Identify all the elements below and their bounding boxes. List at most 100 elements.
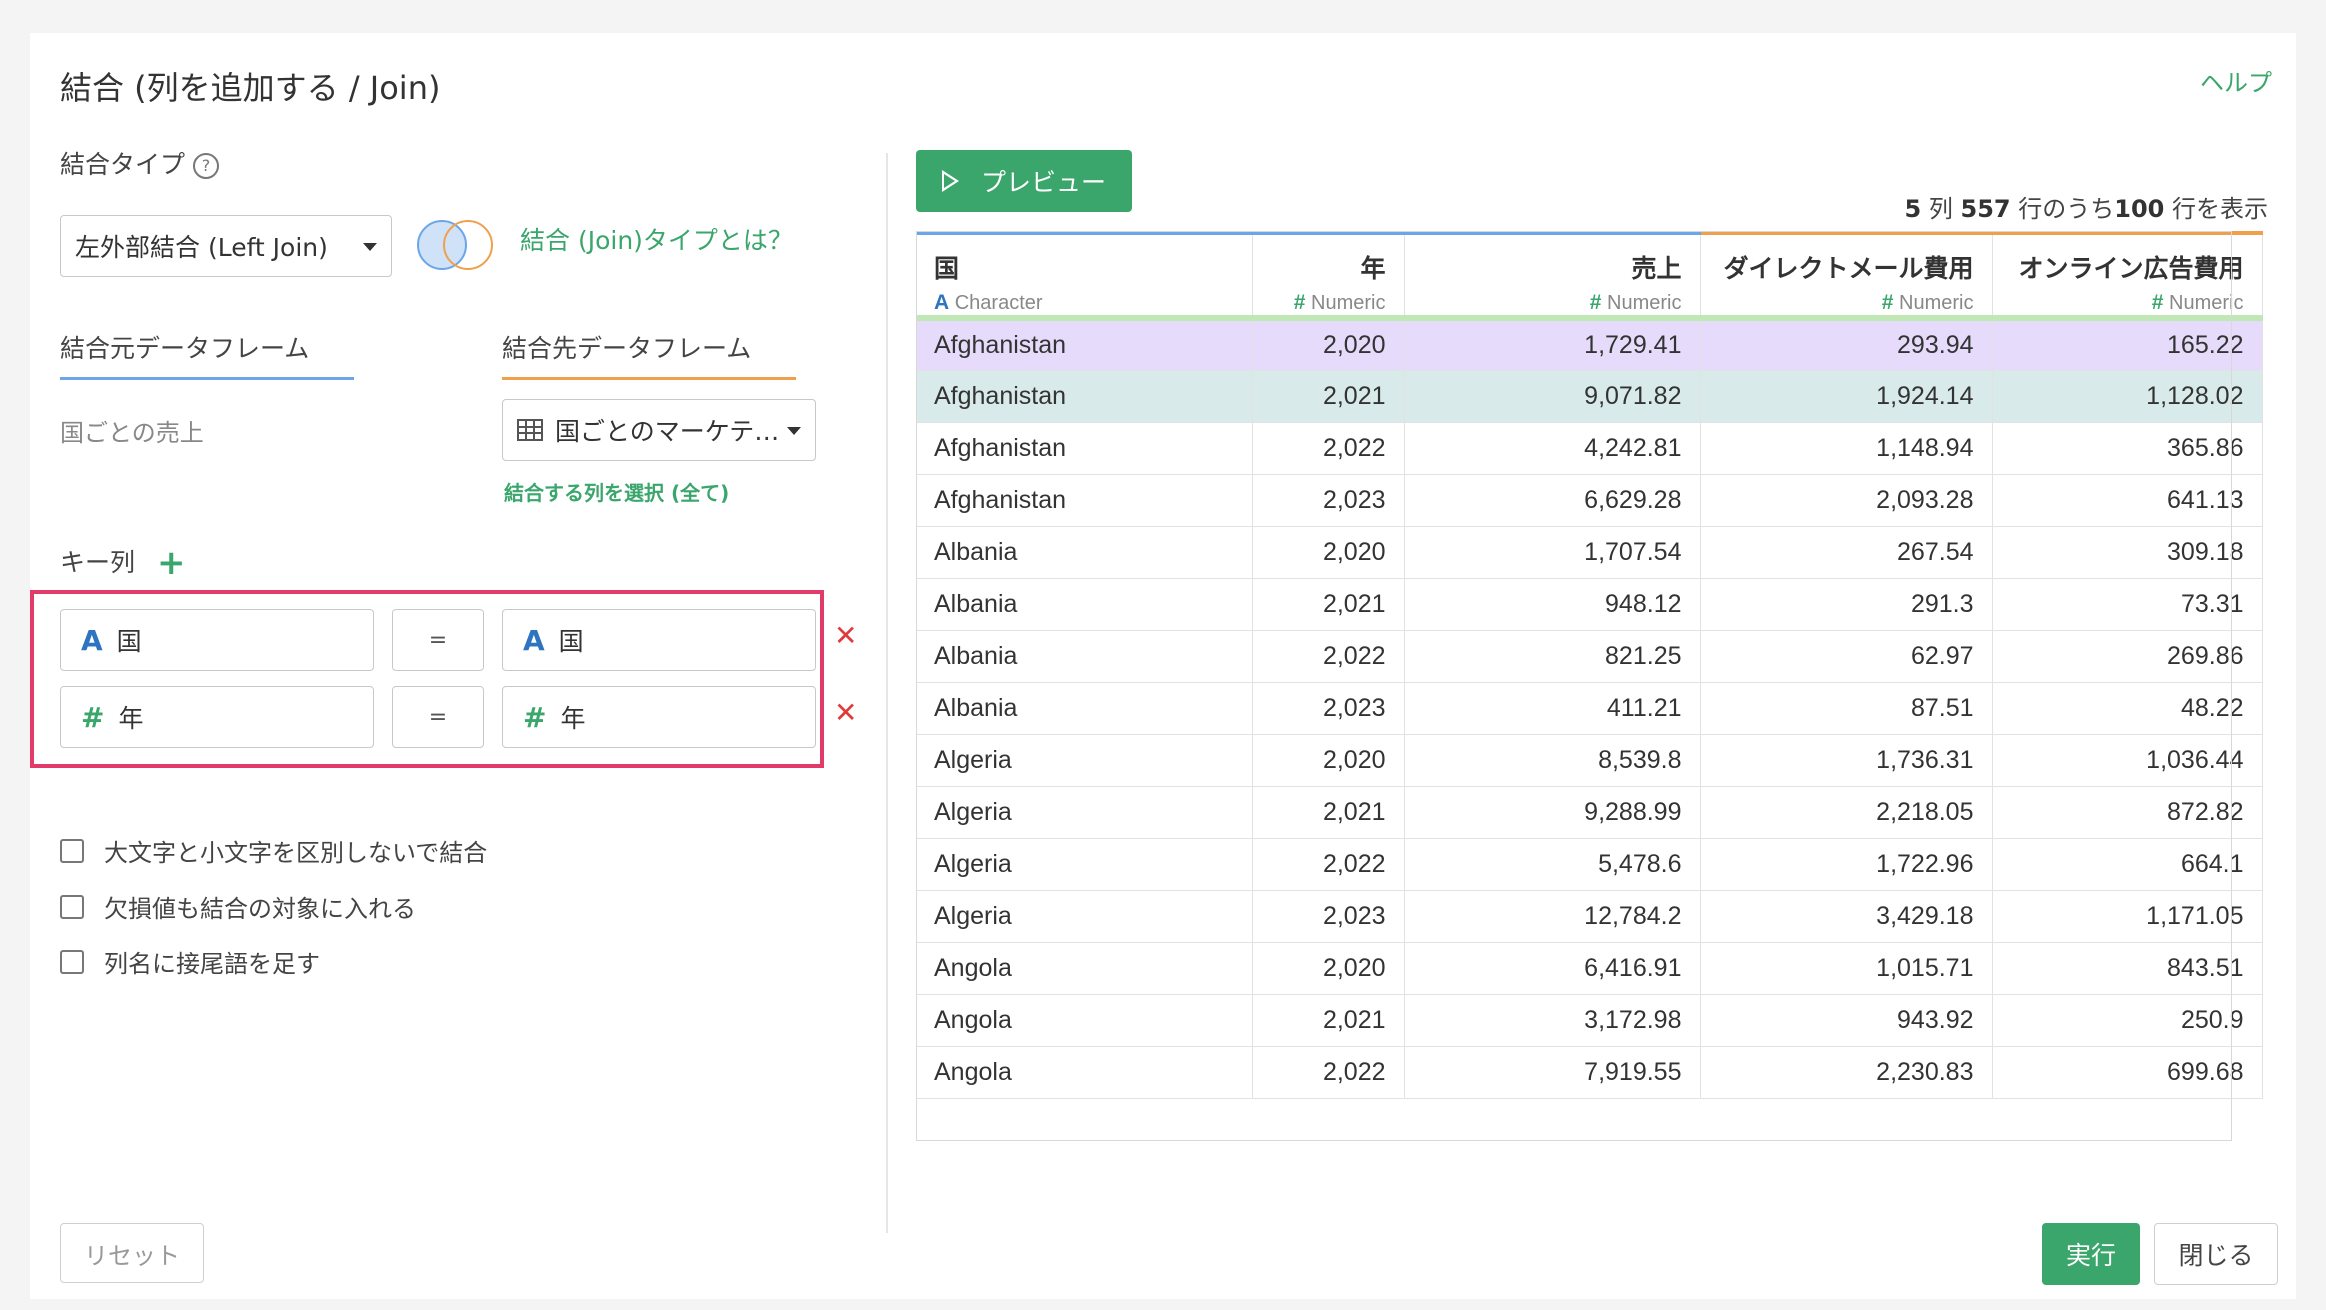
table-row[interactable]: Albania 2,020 1,707.54 267.54 309.18	[916, 526, 2263, 579]
key-operator[interactable]: =	[392, 686, 484, 748]
table-cell: 9,071.82	[1404, 370, 1701, 423]
option-add-suffix[interactable]: 列名に接尾語を足す	[60, 944, 320, 979]
table-cell: 1,148.94	[1700, 422, 1993, 475]
table-cell: 1,036.44	[1992, 734, 2263, 787]
table-cell: 4,242.81	[1404, 422, 1701, 475]
table-cell: 7,919.55	[1404, 1046, 1701, 1099]
table-cell: 2,020	[1252, 734, 1405, 787]
table-cell: 2,021	[1252, 994, 1405, 1047]
key-left-value: 年	[118, 704, 144, 733]
table-cell: Algeria	[916, 890, 1253, 943]
checkbox[interactable]	[60, 838, 84, 863]
column-unit: 列	[1928, 195, 1953, 223]
table-row[interactable]: Afghanistan 2,022 4,242.81 1,148.94 365.86	[916, 422, 2263, 475]
table-cell: 1,924.14	[1700, 370, 1993, 423]
table-row[interactable]: Albania 2,022 821.25 62.97 269.86	[916, 630, 2263, 683]
column-header[interactable]: オンライン広告費用 # Numeric	[1992, 231, 2263, 321]
key-right-field[interactable]: A 国	[502, 609, 816, 671]
question-circle-icon[interactable]: ?	[193, 153, 220, 179]
table-cell: Angola	[916, 1046, 1253, 1099]
target-tab: 結合先データフレーム	[502, 329, 796, 380]
chevron-down-icon	[787, 427, 801, 435]
table-cell: 309.18	[1992, 526, 2263, 579]
plus-icon[interactable]: +	[157, 543, 186, 583]
table-cell: 1,729.41	[1404, 318, 1701, 371]
table-cell: Albania	[916, 526, 1253, 579]
table-cell: 87.51	[1700, 682, 1993, 735]
table-cell: Afghanistan	[916, 474, 1253, 527]
option-label: 欠損値も結合の対象に入れる	[104, 895, 416, 923]
checkbox[interactable]	[60, 949, 84, 974]
delete-key-icon[interactable]: ✕	[834, 619, 857, 652]
shown-rows: 100	[2114, 195, 2165, 223]
table-row[interactable]: Angola 2,020 6,416.91 1,015.71 843.51	[916, 942, 2263, 995]
table-cell: Albania	[916, 682, 1253, 735]
table-cell: Afghanistan	[916, 370, 1253, 423]
join-dialog: 結合 (列を追加する / Join) ヘルプ 結合タイプ? 左外部結合 (Lef…	[30, 33, 2296, 1299]
key-left-field[interactable]: A 国	[60, 609, 374, 671]
help-link[interactable]: ヘルプ	[2200, 63, 2272, 98]
join-type-select[interactable]: 左外部結合 (Left Join)	[60, 215, 392, 277]
table-cell: 2,093.28	[1700, 474, 1993, 527]
key-operator[interactable]: =	[392, 609, 484, 671]
table-cell: 1,722.96	[1700, 838, 1993, 891]
column-type: # Numeric	[1423, 291, 1682, 314]
column-name: 国	[934, 255, 960, 283]
column-type: # Numeric	[1719, 291, 1974, 314]
run-button[interactable]: 実行	[2042, 1223, 2140, 1285]
delete-key-icon[interactable]: ✕	[834, 696, 857, 729]
table-cell: 267.54	[1700, 526, 1993, 579]
column-header[interactable]: 年 # Numeric	[1252, 231, 1405, 321]
target-dataframe-select[interactable]: 国ごとのマーケテ…	[502, 399, 816, 461]
table-row[interactable]: Afghanistan 2,023 6,629.28 2,093.28 641.13	[916, 474, 2263, 527]
table-cell: 250.9	[1992, 994, 2263, 1047]
row-summary: 5 列 557 行のうち100 行を表示	[1905, 189, 2268, 224]
preview-button[interactable]: プレビュー	[916, 150, 1132, 212]
table-row[interactable]: Albania 2,021 948.12 291.3 73.31	[916, 578, 2263, 631]
table-row[interactable]: Albania 2,023 411.21 87.51 48.22	[916, 682, 2263, 735]
target-dataframe-selected: 国ごとのマーケテ…	[555, 417, 780, 446]
key-left-field[interactable]: # 年	[60, 686, 374, 748]
table-row[interactable]: Afghanistan 2,020 1,729.41 293.94 165.22	[916, 318, 2263, 371]
numeric-type-icon: #	[81, 700, 105, 734]
table-row[interactable]: Angola 2,021 3,172.98 943.92 250.9	[916, 994, 2263, 1047]
table-cell: 365.86	[1992, 422, 2263, 475]
join-type-info-link[interactable]: 結合 (Join)タイプとは？	[520, 221, 793, 257]
column-header[interactable]: ダイレクトメール費用 # Numeric	[1700, 231, 1993, 321]
table-row[interactable]: Algeria 2,023 12,784.2 3,429.18 1,171.05	[916, 890, 2263, 943]
column-header[interactable]: 国A Character	[916, 231, 1253, 321]
table-cell: 269.86	[1992, 630, 2263, 683]
column-type-label: Numeric	[1899, 292, 1974, 314]
summary-text: 行のうち	[2018, 195, 2115, 223]
numeric-type-icon: #	[1293, 291, 1306, 314]
option-include-missing[interactable]: 欠損値も結合の対象に入れる	[60, 889, 416, 924]
numeric-type-icon: #	[1589, 291, 1602, 314]
summary-text: 行を表示	[2172, 195, 2268, 223]
table-row[interactable]: Angola 2,022 7,919.55 2,230.83 699.68	[916, 1046, 2263, 1099]
play-icon	[941, 170, 959, 192]
table-row[interactable]: Algeria 2,021 9,288.99 2,218.05 872.82	[916, 786, 2263, 839]
preview-table: 国A Character 年 # Numeric 売上 # Numeric ダイレクトメー…	[916, 231, 2263, 1099]
table-row[interactable]: Afghanistan 2,021 9,071.82 1,924.14 1,128.02	[916, 370, 2263, 423]
table-cell: 872.82	[1992, 786, 2263, 839]
table-cell: 3,172.98	[1404, 994, 1701, 1047]
table-cell: 73.31	[1992, 578, 2263, 631]
reset-button[interactable]: リセット	[60, 1223, 204, 1283]
table-cell: Afghanistan	[916, 422, 1253, 475]
chevron-down-icon	[363, 243, 377, 251]
table-cell: Angola	[916, 994, 1253, 1047]
table-row[interactable]: Algeria 2,020 8,539.8 1,736.31 1,036.44	[916, 734, 2263, 787]
option-label: 大文字と小文字を区別しないで結合	[104, 839, 488, 867]
numeric-type-icon: #	[523, 700, 547, 734]
column-header[interactable]: 売上 # Numeric	[1404, 231, 1701, 321]
key-right-field[interactable]: # 年	[502, 686, 816, 748]
column-type-label: Numeric	[1311, 292, 1386, 314]
table-row[interactable]: Algeria 2,022 5,478.6 1,722.96 664.1	[916, 838, 2263, 891]
close-button[interactable]: 閉じる	[2154, 1223, 2278, 1285]
select-columns-link[interactable]: 結合する列を選択 (全て)	[504, 477, 729, 506]
checkbox[interactable]	[60, 894, 84, 919]
panel-divider	[886, 153, 888, 1233]
option-ignore-case[interactable]: 大文字と小文字を区別しないで結合	[60, 833, 487, 868]
key-right-value: 年	[560, 704, 586, 733]
join-type-label-row: 結合タイプ?	[60, 145, 220, 181]
